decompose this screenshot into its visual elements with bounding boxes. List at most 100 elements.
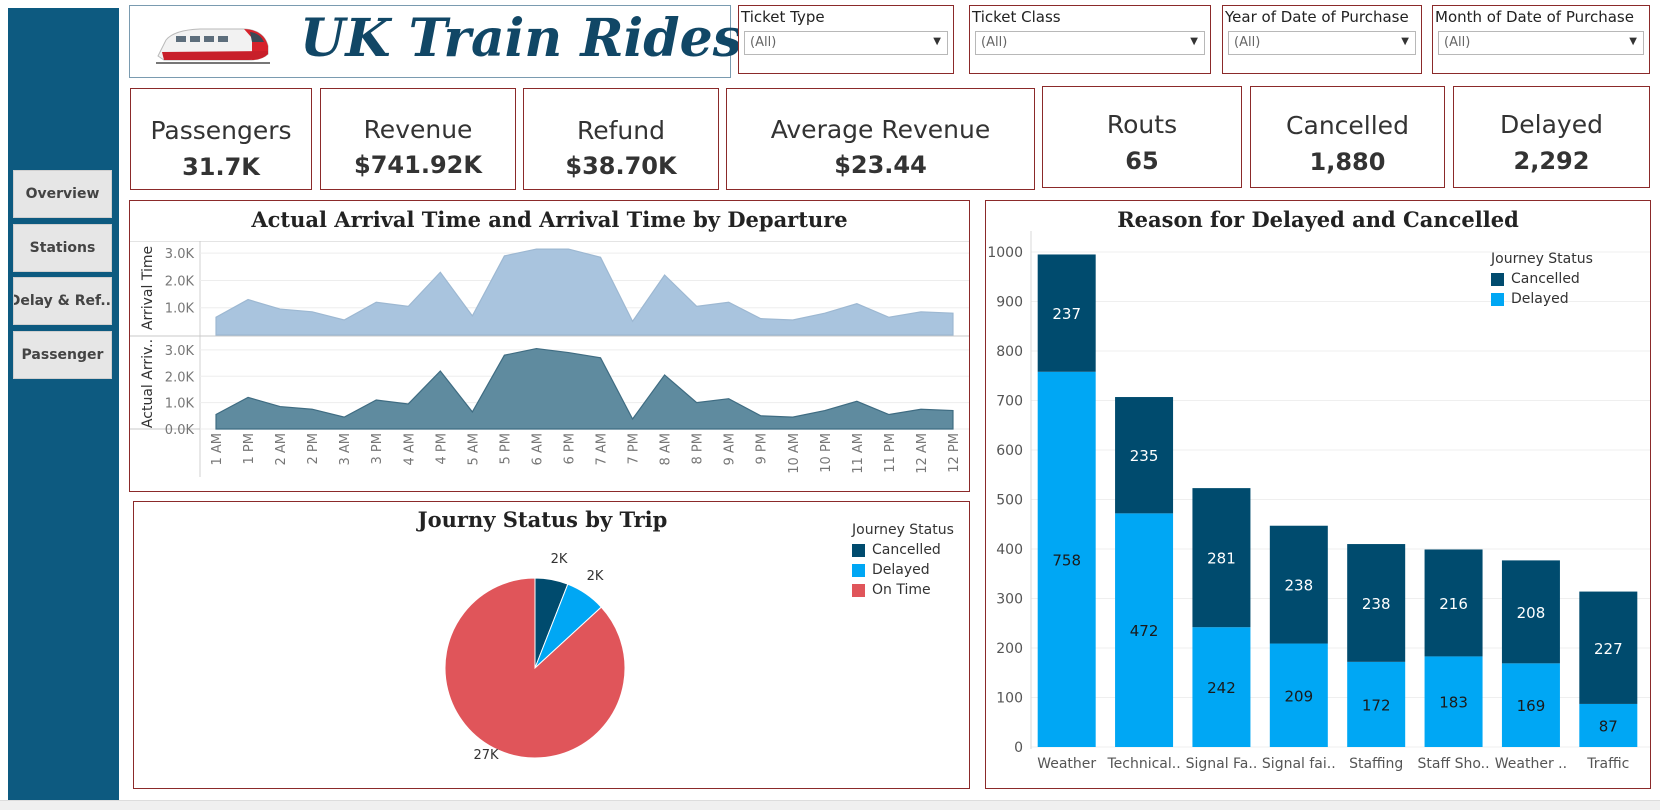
month-dropdown[interactable]: (All) ▼ [1438,31,1644,55]
nav-overview-button[interactable]: Overview [13,170,112,218]
legend-label: Delayed [872,562,930,578]
arrival-time-panel: Actual Arrival Time and Arrival Time by … [129,200,970,492]
kpi-value: $741.92K [354,151,482,179]
delay-reason-panel: Reason for Delayed and Cancelled 0 100 200… [985,200,1651,789]
sheet-tab-bar [0,800,1660,810]
y-tick-label: 1000 [987,245,1023,261]
legend-label: Cancelled [872,542,941,558]
kpi-label: Delayed [1500,110,1603,139]
pie-slice-label: 2K [551,552,568,567]
chevron-down-icon[interactable]: ▼ [933,36,941,47]
bar-value-label: 238 [1284,577,1313,595]
legend-title: Journey Status [1491,251,1593,267]
kpi-value: 31.7K [182,153,260,181]
x-tick-label: Signal Fa.. [1186,756,1258,772]
x-tick-label: 5 PM [498,433,513,464]
bar-value-label: 281 [1207,550,1236,568]
y-tick-label: 2.0K [165,370,195,385]
pie-slice-label: 27K [473,748,499,763]
y-tick-label: 1.0K [165,397,195,412]
kpi-value: $38.70K [565,152,677,180]
bar-value-label: 472 [1130,622,1159,640]
arrival-area-chart: 1.0K 2.0K 3.0K Arrival Time 0.0K 1.0K 2.0K 3.0K… [130,241,969,477]
x-tick-label: Weather [1037,756,1096,772]
x-tick-label: 7 AM [595,433,610,466]
filter-label: Ticket Type [741,8,825,26]
y-tick-label: 0 [1014,740,1023,756]
x-tick-label: 4 AM [402,433,417,466]
x-tick-label: 2 AM [274,433,289,466]
x-tick-label: 3 AM [338,433,353,466]
dropdown-value: (All) [1444,35,1471,50]
legend-label: Delayed [1511,291,1569,307]
kpi-average-revenue: Average Revenue $23.44 [726,88,1035,190]
bar-value-label: 172 [1362,696,1391,714]
x-tick-label: 5 AM [466,433,481,466]
y-tick-label: 500 [996,493,1023,509]
nav-delay-refund-button[interactable]: Delay & Ref... [13,277,112,325]
nav-stations-button[interactable]: Stations [13,224,112,272]
header-banner: UK Train Rides [129,5,742,78]
legend-item-delayed[interactable]: Delayed [1491,291,1593,307]
x-tick-label: 2 PM [306,433,321,464]
x-tick-label: 4 PM [434,433,449,464]
ticket-type-dropdown[interactable]: (All) ▼ [744,31,948,55]
x-tick-label: Weather .. [1495,756,1567,772]
kpi-value: 2,292 [1513,147,1590,175]
y-tick-label: 1.0K [165,302,195,317]
legend-item-delayed[interactable]: Delayed [852,562,954,578]
journey-status-panel: Journy Status by Trip 2K 2K 27K Journey St… [133,501,970,789]
kpi-revenue: Revenue $741.92K [320,88,516,190]
kpi-delayed: Delayed 2,292 [1453,86,1650,188]
x-tick-label: Traffic [1586,756,1629,772]
y-axis-label: Actual Arriv.. [140,339,156,428]
filter-label: Ticket Class [972,8,1061,26]
legend-item-cancelled[interactable]: Cancelled [852,542,954,558]
legend-swatch [852,583,865,597]
x-tick-label: 6 AM [530,433,545,466]
x-tick-label: 10 PM [819,433,834,473]
legend-item-cancelled[interactable]: Cancelled [1491,271,1593,287]
kpi-value: 65 [1125,147,1159,175]
kpi-value: $23.44 [834,151,927,179]
dropdown-value: (All) [750,35,777,50]
filter-month-of-purchase: Month of Date of Purchase (All) ▼ [1432,5,1650,74]
train-icon [156,28,270,64]
bar-value-label: 242 [1207,679,1236,697]
filter-ticket-type: Ticket Type (All) ▼ [738,5,954,74]
y-tick-label: 3.0K [165,247,195,262]
y-tick-label: 100 [996,691,1023,707]
journey-status-pie-chart: 2K 2K 27K [444,552,626,763]
x-tick-label: 1 AM [210,433,225,466]
bar-value-label: 183 [1439,694,1468,712]
ticket-class-dropdown[interactable]: (All) ▼ [975,31,1205,55]
year-dropdown[interactable]: (All) ▼ [1228,31,1416,55]
legend-title: Journey Status [852,522,954,538]
kpi-label: Average Revenue [770,115,991,144]
legend-swatch [852,543,865,557]
dropdown-value: (All) [981,35,1008,50]
nav-passenger-button[interactable]: Passenger [13,331,112,379]
chevron-down-icon[interactable]: ▼ [1401,36,1409,47]
kpi-passengers: Passengers 31.7K [130,88,312,190]
x-tick-label: Staff Sho.. [1418,756,1490,772]
legend-label: On Time [872,582,931,598]
x-tick-label: 9 PM [755,433,770,464]
bar-value-label: 227 [1594,640,1623,658]
chevron-down-icon[interactable]: ▼ [1190,36,1198,47]
x-tick-label: 1 PM [242,433,257,464]
x-tick-label: 12 AM [915,433,930,474]
kpi-label: Cancelled [1286,111,1409,140]
y-tick-label: 800 [996,344,1023,360]
legend-label: Cancelled [1511,271,1580,287]
legend-swatch [1491,292,1504,306]
filter-ticket-class: Ticket Class (All) ▼ [969,5,1211,74]
area-series-0 [215,248,954,336]
chevron-down-icon[interactable]: ▼ [1629,36,1637,47]
x-tick-label: 8 PM [691,433,706,464]
y-tick-label: 400 [996,542,1023,558]
legend-item-on-time[interactable]: On Time [852,582,954,598]
kpi-label: Routs [1106,110,1178,139]
y-axis-label: Arrival Time [140,246,156,330]
bar-value-label: 758 [1052,551,1081,569]
